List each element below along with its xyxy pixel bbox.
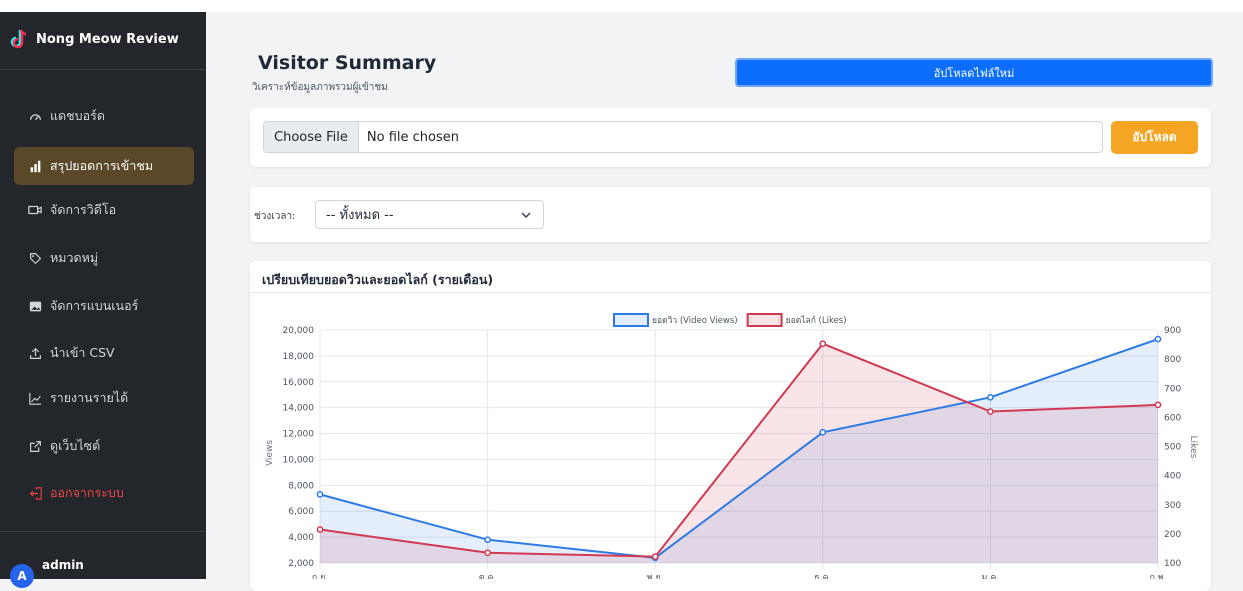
data-point [819,428,827,436]
x-tick-label: ก.ย. [312,573,328,579]
data-point [987,393,994,401]
legend-label: ยอดไลก์ (Likes) [786,315,847,326]
period-select[interactable]: -- ทั้งหมด -- [315,200,544,229]
data-point [316,491,324,498]
y-tick-label-right: 500 [1164,443,1181,453]
data-point [819,340,827,348]
sidebar-item-videos[interactable]: จัดการวิดีโอ [14,191,194,229]
sidebar: Nong Meow Review แดชบอร์ด สรุปยอดการเข้า… [0,0,206,588]
y-tick-label-left: 14,000 [283,404,315,414]
graph-up-icon [28,391,42,405]
y-tick-label-left: 8,000 [288,481,314,491]
x-tick-label: ก.พ. [1149,573,1166,579]
y-tick-label-left: 18,000 [283,352,315,362]
y-tick-label-left: 6,000 [288,507,314,517]
logout-icon [28,486,42,500]
brand[interactable]: Nong Meow Review [10,28,179,50]
data-point [651,553,659,560]
y-tick-label-right: 400 [1164,472,1181,482]
sidebar-item-label: จัดการวิดีโอ [50,202,117,217]
sidebar-item-label: ออกจากระบบ [50,485,124,500]
data-point [1154,335,1162,343]
y-tick-label-right: 700 [1164,384,1181,394]
sidebar-item-revenue-report[interactable]: รายงานรายได้ [14,379,194,417]
chart-legend: ยอดวิว (Video Views) ยอดไลก์ (Likes) [613,313,847,327]
sidebar-item-label: รายงานรายได้ [50,390,129,405]
upload-icon [28,346,42,360]
sidebar-item-view-website[interactable]: ดูเว็บไซต์ [14,427,194,465]
y-axis-label-left: Views [265,440,275,466]
y-tick-label-right: 600 [1164,413,1181,423]
sidebar-item-dashboard[interactable]: แดชบอร์ด [14,97,194,135]
sidebar-item-visitor-summary[interactable]: สรุปยอดการเข้าชม [14,147,194,185]
y-tick-label-right: 800 [1164,355,1181,365]
sidebar-divider [0,69,206,70]
legend-swatch [746,313,783,327]
sidebar-item-banners[interactable]: จัดการแบนเนอร์ [14,287,194,325]
data-point [484,536,491,544]
tiktok-logo-icon [10,29,27,49]
sidebar-item-label: นำเข้า CSV [50,345,115,360]
dashboard-icon [28,109,42,123]
y-tick-label-left: 10,000 [283,455,315,465]
sidebar-item-label: สรุปยอดการเข้าชม [50,158,154,173]
sidebar-item-import-csv[interactable]: นำเข้า CSV [14,334,194,372]
y-tick-label-left: 2,000 [288,559,314,569]
sidebar-item-label: จัดการแบนเนอร์ [50,298,139,313]
user-name: admin [42,558,84,572]
y-tick-label-right: 900 [1164,326,1181,336]
y-tick-label-left: 4,000 [288,533,314,543]
chart-title: เปรียบเทียบยอดวิวและยอดไลก์ (รายเดือน) [262,272,494,287]
data-point [484,549,491,557]
data-point [987,408,994,415]
sidebar-divider [0,531,206,532]
data-point [316,526,324,533]
x-tick-label: พ.ย. [647,573,664,579]
upload-button[interactable]: อัปโหลด [1111,121,1198,154]
y-tick-label-right: 200 [1164,530,1181,540]
file-status: No file chosen [366,129,459,145]
top-strip [206,0,1243,12]
data-point [1154,401,1162,409]
legend-label: ยอดวิว (Video Views) [652,316,738,326]
choose-file-button[interactable]: Choose File [264,122,359,152]
legend-swatch [613,313,649,327]
sidebar-item-label: หมวดหมู่ [50,250,99,265]
tag-icon [28,251,42,265]
y-tick-label-left: 20,000 [283,326,315,336]
y-tick-label-left: 16,000 [283,378,315,388]
y-axis-label-right: Likes [1188,436,1198,459]
sidebar-item-logout[interactable]: ออกจากระบบ [14,474,194,512]
user-profile[interactable]: A admin [10,556,84,588]
period-label: ช่วงเวลา: [254,211,296,222]
y-tick-label-right: 100 [1164,559,1181,569]
image-icon [28,299,42,313]
x-tick-label: ธ.ค. [814,573,831,579]
sidebar-item-label: แดชบอร์ด [50,108,105,123]
brand-name: Nong Meow Review [36,31,179,47]
x-tick-label: ต.ค. [479,573,497,579]
sidebar-item-categories[interactable]: หมวดหมู่ [14,239,194,277]
avatar: A [10,564,34,588]
y-tick-label-left: 12,000 [283,430,315,440]
x-tick-label: ม.ค. [982,573,1000,579]
period-select-value: -- ทั้งหมด -- [326,208,394,223]
page-title: Visitor Summary [258,52,437,74]
video-icon [28,203,42,217]
views-likes-chart: 2,000 4,000 6,000 8,000 10,000 12,000 14,000 16… [265,313,1198,579]
chevron-down-icon [521,211,531,218]
upload-new-file-button[interactable]: อัปโหลดไฟล์ใหม่ [735,58,1213,87]
y-tick-label-right: 300 [1164,501,1181,511]
file-input[interactable]: Choose File No file chosen [263,121,1103,153]
external-link-icon [28,439,42,453]
page-subtitle: วิเคราะห์ข้อมูลภาพรวมผู้เข้าชม [252,82,388,93]
bar-chart-icon [28,159,42,173]
sidebar-item-label: ดูเว็บไซต์ [50,438,101,453]
